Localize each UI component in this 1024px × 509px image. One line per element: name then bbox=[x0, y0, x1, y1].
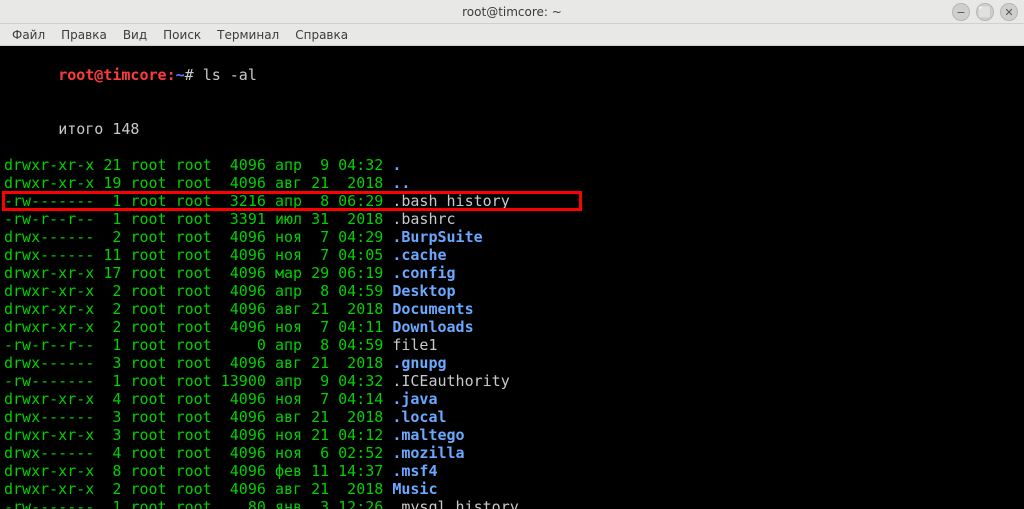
menu-item-5[interactable]: Справка bbox=[289, 26, 354, 44]
prompt-hash: # bbox=[185, 66, 194, 84]
minimize-icon: − bbox=[956, 6, 965, 19]
menu-item-1[interactable]: Правка bbox=[55, 26, 113, 44]
listing-row: drwxr-xr-x 3 root root 4096 ноя 21 04:12… bbox=[4, 426, 1020, 444]
listing-row: drwxr-xr-x 2 root root 4096 авг 21 2018 … bbox=[4, 480, 1020, 498]
listing-row: drwxr-xr-x 4 root root 4096 ноя 7 04:14 … bbox=[4, 390, 1020, 408]
total-label: итого bbox=[58, 120, 103, 138]
listing-row: drwxr-xr-x 2 root root 4096 апр 8 04:59 … bbox=[4, 282, 1020, 300]
total-line: итого 148 bbox=[4, 102, 1020, 156]
menu-item-3[interactable]: Поиск bbox=[157, 26, 207, 44]
listing-row: drwx------ 11 root root 4096 ноя 7 04:05… bbox=[4, 246, 1020, 264]
listing-row: drwx------ 2 root root 4096 ноя 7 04:29 … bbox=[4, 228, 1020, 246]
prompt-line: root@timcore:~# ls -al bbox=[4, 48, 1020, 102]
listing-row: drwx------ 3 root root 4096 авг 21 2018 … bbox=[4, 408, 1020, 426]
titlebar[interactable]: root@timcore: ~ − ⬜ ✕ bbox=[0, 0, 1024, 24]
prompt-sep: : bbox=[167, 66, 176, 84]
window-title: root@timcore: ~ bbox=[0, 5, 1024, 19]
listing-row: drwxr-xr-x 2 root root 4096 ноя 7 04:11 … bbox=[4, 318, 1020, 336]
maximize-icon: ⬜ bbox=[978, 6, 992, 19]
close-button[interactable]: ✕ bbox=[1000, 3, 1018, 21]
listing-row: drwx------ 3 root root 4096 авг 21 2018 … bbox=[4, 354, 1020, 372]
listing-row: drwx------ 4 root root 4096 ноя 6 02:52 … bbox=[4, 444, 1020, 462]
listing-row: -rw-r--r-- 1 root root 3391 июл 31 2018 … bbox=[4, 210, 1020, 228]
listing-row: -rw------- 1 root root 3216 апр 8 06:29 … bbox=[4, 192, 1020, 210]
listing-row: drwxr-xr-x 17 root root 4096 мар 29 06:1… bbox=[4, 264, 1020, 282]
menu-item-4[interactable]: Терминал bbox=[211, 26, 285, 44]
listing-row: -rw------- 1 root root 80 янв 3 12:26 .m… bbox=[4, 498, 1020, 509]
menubar: ФайлПравкаВидПоискТерминалСправка bbox=[0, 24, 1024, 46]
directory-listing: drwxr-xr-x 21 root root 4096 апр 9 04:32… bbox=[4, 156, 1020, 509]
listing-row: -rw------- 1 root root 13900 апр 9 04:32… bbox=[4, 372, 1020, 390]
window-controls: − ⬜ ✕ bbox=[952, 3, 1018, 21]
terminal-window: root@timcore: ~ − ⬜ ✕ ФайлПравкаВидПоиск… bbox=[0, 0, 1024, 509]
prompt-user-host: root@timcore bbox=[58, 66, 166, 84]
menu-item-2[interactable]: Вид bbox=[117, 26, 153, 44]
prompt-path: ~ bbox=[176, 66, 185, 84]
listing-row: drwxr-xr-x 19 root root 4096 авг 21 2018… bbox=[4, 174, 1020, 192]
menu-item-0[interactable]: Файл bbox=[6, 26, 51, 44]
command-text: ls -al bbox=[203, 66, 257, 84]
listing-row: drwxr-xr-x 21 root root 4096 апр 9 04:32… bbox=[4, 156, 1020, 174]
total-value: 148 bbox=[112, 120, 139, 138]
listing-row: drwxr-xr-x 2 root root 4096 авг 21 2018 … bbox=[4, 300, 1020, 318]
listing-row: drwxr-xr-x 8 root root 4096 фев 11 14:37… bbox=[4, 462, 1020, 480]
close-icon: ✕ bbox=[1004, 6, 1013, 19]
minimize-button[interactable]: − bbox=[952, 3, 970, 21]
maximize-button[interactable]: ⬜ bbox=[976, 3, 994, 21]
terminal-viewport[interactable]: root@timcore:~# ls -al итого 148 drwxr-x… bbox=[0, 46, 1024, 509]
listing-row: -rw-r--r-- 1 root root 0 апр 8 04:59 fil… bbox=[4, 336, 1020, 354]
